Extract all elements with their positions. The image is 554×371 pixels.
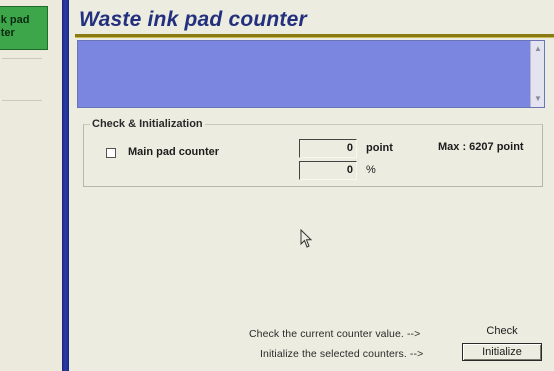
check-instruction-text: Check the current counter value. --> xyxy=(249,328,421,340)
initialize-button[interactable]: Initialize xyxy=(462,343,542,361)
description-scrollbar[interactable]: ▲ ▼ xyxy=(530,41,544,107)
sidebar: nk pad nter xyxy=(0,0,62,371)
counter-points-field: 0 xyxy=(299,139,357,158)
scroll-down-icon[interactable]: ▼ xyxy=(532,93,544,105)
sidebar-item-label-line2: nter xyxy=(0,27,15,39)
percent-unit-label: % xyxy=(366,164,376,176)
title-underline-highlight xyxy=(75,37,554,38)
sidebar-divider xyxy=(2,100,42,101)
sidebar-divider xyxy=(2,58,42,59)
initialize-instruction-text: Initialize the selected counters. --> xyxy=(260,348,424,360)
page-title: Waste ink pad counter xyxy=(79,8,307,31)
description-box: ▲ ▼ xyxy=(77,40,545,108)
points-unit-label: point xyxy=(366,142,393,154)
main-pad-counter-checkbox[interactable] xyxy=(106,148,116,158)
check-button[interactable]: Check xyxy=(462,322,542,340)
check-initialization-group: Check & Initialization Main pad counter … xyxy=(83,118,543,187)
main-panel: Waste ink pad counter ▲ ▼ Check & Initia… xyxy=(69,0,554,371)
sidebar-item-waste-ink-pad-counter[interactable]: nk pad nter xyxy=(0,6,48,50)
counter-percent-field: 0 xyxy=(299,161,357,180)
main-pad-counter-label: Main pad counter xyxy=(128,146,220,158)
group-legend: Check & Initialization xyxy=(90,118,205,130)
mouse-pointer-icon xyxy=(300,229,313,248)
max-points-label: Max : 6207 point xyxy=(438,141,524,153)
sidebar-separator-bar xyxy=(62,0,69,371)
sidebar-item-label-line1: nk pad xyxy=(0,14,30,26)
scroll-up-icon[interactable]: ▲ xyxy=(532,43,544,55)
